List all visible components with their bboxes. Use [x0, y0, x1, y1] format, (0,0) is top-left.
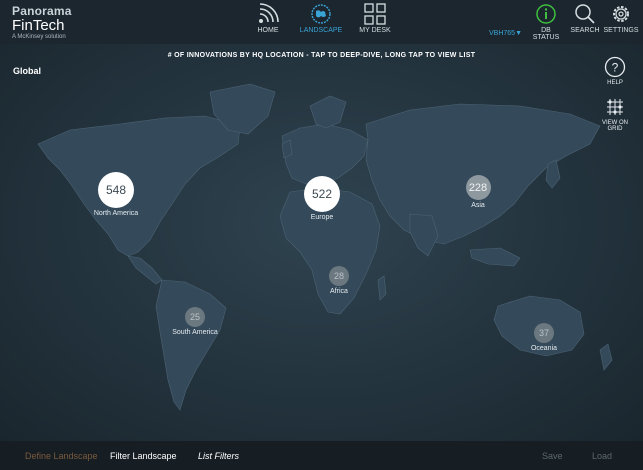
search-button[interactable]: SEARCH — [569, 3, 601, 34]
grid-view-icon — [607, 99, 623, 115]
region-north-america[interactable]: 548 North America — [86, 172, 146, 217]
region-south-america[interactable]: 25 South America — [165, 307, 225, 336]
help-button[interactable]: ? HELP — [595, 56, 635, 86]
region-count: 522 — [304, 176, 340, 212]
landmass-japan — [545, 159, 561, 189]
brand-line-1: Panorama — [12, 4, 72, 18]
db-status-button[interactable]: DB STATUS — [527, 3, 565, 41]
region-name: Asia — [471, 202, 485, 209]
bottom-toolbar: Define Landscape Filter Landscape List F… — [0, 441, 643, 470]
load-button[interactable]: Load — [592, 451, 612, 461]
region-count: 37 — [534, 323, 554, 343]
region-oceania[interactable]: 37 Oceania — [519, 323, 569, 352]
landmass-new-zealand — [599, 343, 613, 371]
gear-icon — [613, 6, 629, 22]
region-count: 28 — [329, 266, 349, 286]
nav-landscape-label: LANDSCAPE — [299, 27, 343, 34]
region-asia[interactable]: 228 Asia — [452, 175, 504, 209]
globe-icon — [311, 4, 331, 24]
world-map-panel: # OF INNOVATIONS BY HQ LOCATION - TAP TO… — [0, 44, 643, 441]
region-name: Africa — [330, 288, 348, 295]
help-icon: ? — [604, 56, 626, 78]
save-button[interactable]: Save — [542, 451, 563, 461]
landmass-asia — [365, 103, 601, 245]
user-account-dropdown[interactable]: VBH765▼ — [489, 30, 522, 37]
landmass-europe — [281, 123, 369, 185]
top-bar: Panorama FinTech A McKinsey solution HOM… — [0, 0, 643, 44]
landmass-southeast-asia — [469, 247, 521, 267]
grid-icon — [364, 3, 386, 25]
region-count: 548 — [98, 172, 134, 208]
landmass-central-america — [127, 255, 163, 285]
svg-text:?: ? — [612, 61, 619, 75]
list-filters-button[interactable]: List Filters — [198, 451, 239, 461]
landmass-scandinavia — [309, 95, 347, 129]
filter-landscape-button[interactable]: Filter Landscape — [110, 451, 177, 461]
region-name: Oceania — [530, 345, 558, 352]
brand-line-3: A McKinsey solution — [12, 34, 66, 40]
world-map[interactable] — [0, 44, 643, 441]
region-name: Europe — [310, 214, 334, 221]
nav-landscape[interactable]: LANDSCAPE — [296, 3, 346, 34]
brand-line-2: FinTech — [12, 17, 65, 34]
nav-home-label: HOME — [257, 27, 279, 34]
settings-label: SETTINGS — [603, 27, 639, 34]
info-status-icon — [536, 4, 556, 24]
nav-my-desk-label: MY DESK — [359, 27, 391, 34]
landmass-madagascar — [377, 275, 387, 301]
settings-button[interactable]: SETTINGS — [603, 3, 639, 34]
map-title: # OF INNOVATIONS BY HQ LOCATION - TAP TO… — [167, 52, 476, 59]
region-name: North America — [93, 210, 139, 217]
nav-home[interactable]: HOME — [243, 3, 293, 34]
region-africa[interactable]: 28 Africa — [314, 266, 364, 295]
region-europe[interactable]: 522 Europe — [292, 176, 352, 221]
scope-label: Global — [13, 66, 42, 76]
brand-logo: Panorama FinTech A McKinsey solution — [12, 4, 72, 40]
region-name: South America — [172, 329, 218, 336]
define-landscape-button[interactable]: Define Landscape — [25, 451, 98, 461]
wifi-signal-icon — [259, 3, 279, 23]
db-status-label: DB STATUS — [532, 27, 560, 41]
region-count: 228 — [465, 175, 491, 200]
help-label: HELP — [607, 80, 623, 86]
region-count: 25 — [185, 307, 205, 327]
nav-my-desk[interactable]: MY DESK — [350, 3, 400, 34]
landmass-south-america — [155, 279, 227, 411]
view-on-grid-button[interactable]: VIEW ON GRID — [595, 96, 635, 132]
search-label: SEARCH — [570, 27, 600, 34]
view-on-grid-label-2: GRID — [607, 126, 623, 132]
search-icon — [575, 4, 595, 24]
